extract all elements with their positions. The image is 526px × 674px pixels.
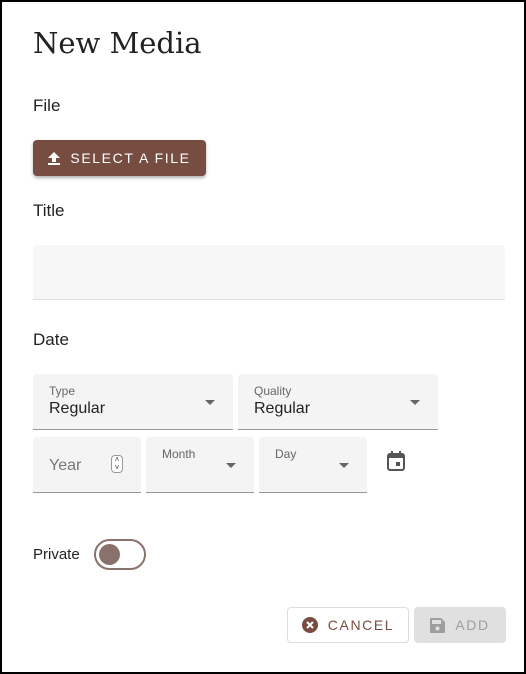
- chevron-down-icon: [410, 400, 420, 405]
- cancel-label: CANCEL: [327, 617, 395, 633]
- upload-icon: [48, 151, 61, 165]
- cancel-icon: [301, 617, 318, 633]
- quality-label: Quality: [254, 384, 292, 398]
- private-toggle[interactable]: [94, 539, 146, 570]
- page-title: New Media: [33, 26, 202, 60]
- add-label: ADD: [455, 617, 490, 633]
- title-label: Title: [33, 201, 65, 220]
- select-file-label: SELECT A FILE: [70, 150, 191, 166]
- toggle-thumb: [99, 544, 120, 565]
- quality-select[interactable]: Quality Regular: [238, 374, 438, 430]
- month-select[interactable]: Month: [146, 437, 254, 493]
- type-value: Regular: [49, 400, 106, 417]
- save-icon: [430, 617, 446, 633]
- day-select[interactable]: Day: [259, 437, 367, 493]
- type-label: Type: [49, 384, 76, 398]
- select-file-button[interactable]: SELECT A FILE: [33, 140, 206, 176]
- day-label: Day: [275, 447, 297, 461]
- year-input[interactable]: Year ˄ ˅: [33, 437, 141, 493]
- title-input[interactable]: [33, 245, 505, 300]
- chevron-down-icon: [205, 400, 215, 405]
- file-label: File: [33, 96, 61, 115]
- private-label: Private: [33, 546, 80, 563]
- calendar-icon[interactable]: [387, 451, 405, 471]
- chevron-down-icon: [226, 463, 236, 468]
- year-placeholder: Year: [49, 457, 82, 474]
- add-button[interactable]: ADD: [414, 607, 506, 643]
- type-select[interactable]: Type Regular: [33, 374, 233, 430]
- dialog: [0, 0, 526, 674]
- cancel-button[interactable]: CANCEL: [287, 607, 409, 643]
- date-label: Date: [33, 330, 69, 349]
- month-label: Month: [162, 447, 196, 461]
- spinner-icon[interactable]: ˄ ˅: [111, 455, 123, 473]
- chevron-down-icon: [339, 463, 349, 468]
- quality-value: Regular: [254, 400, 311, 417]
